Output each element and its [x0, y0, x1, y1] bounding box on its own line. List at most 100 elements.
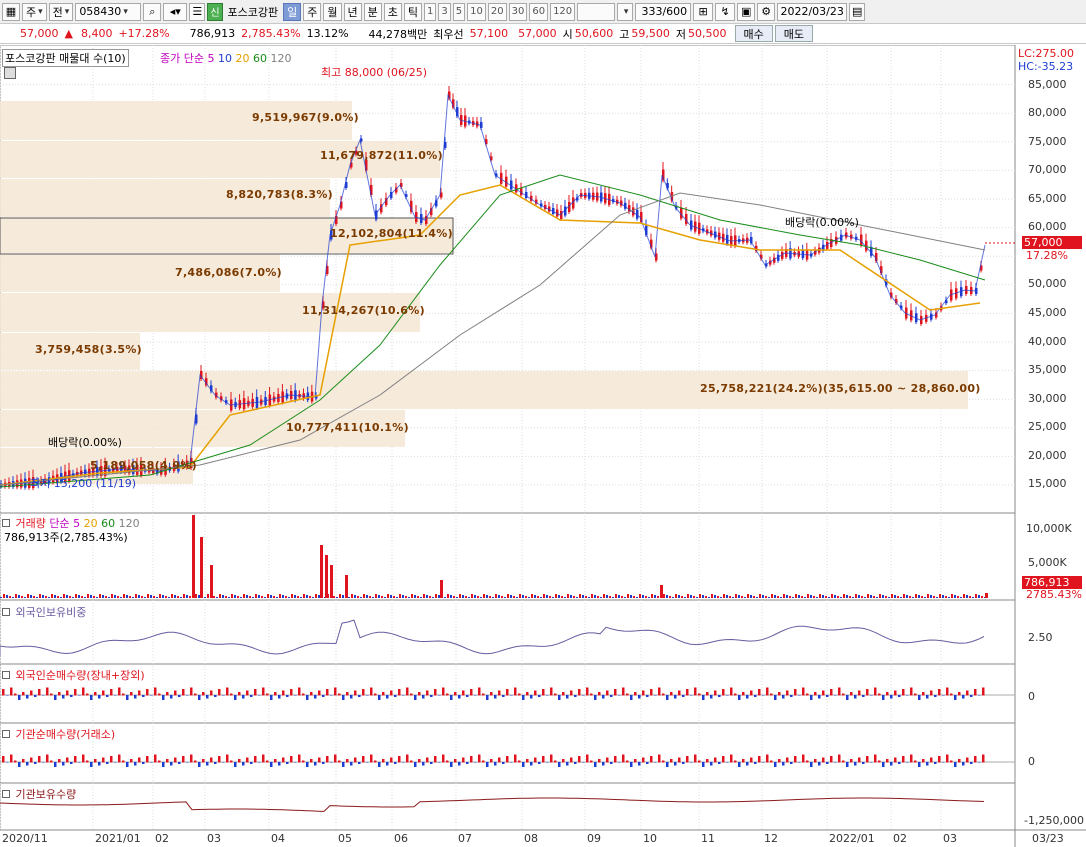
volume-bar — [246, 595, 248, 598]
inst-net-bar — [298, 754, 301, 763]
interval-3[interactable]: 10 — [467, 2, 486, 21]
inst-net-bar — [274, 759, 277, 763]
volume-bar — [969, 596, 971, 598]
inst-net-bar — [286, 762, 289, 764]
interval-0[interactable]: 1 — [424, 2, 437, 21]
custom-interval-dropdown[interactable] — [617, 2, 634, 21]
interval-7[interactable]: 120 — [550, 2, 576, 21]
sell-button[interactable]: 매도 — [774, 25, 814, 42]
tab-period-5[interactable]: 초 — [383, 2, 402, 21]
foreign-net-bar — [302, 693, 305, 696]
custom-interval-input[interactable] — [577, 2, 616, 21]
indicator-icon[interactable]: ↯ — [715, 2, 736, 21]
foreign-net-bar — [918, 695, 921, 700]
inst-net-bar — [746, 762, 749, 766]
count-value: 333 — [641, 5, 663, 18]
inst-net-bar — [58, 759, 61, 763]
foreign-net-bar — [118, 687, 121, 696]
inst-net-bar — [882, 762, 885, 767]
volume-bar — [63, 594, 65, 598]
foreign-net-bar — [650, 689, 653, 696]
code-input[interactable]: 058430 — [75, 2, 142, 21]
foreign-net-bar — [202, 692, 205, 696]
zoom-icon[interactable]: ⊞ — [693, 2, 714, 21]
volume-bar — [651, 594, 653, 598]
volume-bar — [267, 594, 269, 598]
volume-bar — [54, 595, 56, 598]
foreign-net-bar — [758, 689, 761, 696]
tab-period-6[interactable]: 틱 — [403, 2, 422, 21]
foreign-net-bar — [798, 695, 801, 696]
list-icon[interactable]: ☰ — [189, 2, 206, 21]
volume-bar — [654, 595, 656, 598]
market-select[interactable]: 주 — [22, 2, 47, 21]
chart-area[interactable]: 포스코강판 매물대 수(10) 종가 단순 5 10 20 60 120 LC:… — [0, 45, 1086, 847]
inst-net-bar — [618, 762, 621, 763]
tab-period-0[interactable]: 일 — [283, 2, 302, 21]
foreign-net-bar — [606, 690, 609, 696]
foreign-net-bar — [670, 692, 673, 696]
interval-1[interactable]: 3 — [438, 2, 451, 21]
inst-net-bar — [250, 762, 253, 764]
tab-period-3[interactable]: 년 — [343, 2, 362, 21]
interval-6[interactable]: 60 — [529, 2, 549, 21]
vp-label-8: 10,777,411(10.1%) — [286, 421, 409, 434]
x-tick-right: 03/23 — [1032, 832, 1064, 845]
inst-net-bar — [318, 757, 321, 763]
inst-net-bar — [342, 762, 345, 767]
inst-net-bar — [818, 762, 821, 766]
foreign-net-bar — [470, 689, 473, 696]
tab-period-2[interactable]: 월 — [323, 2, 342, 21]
speaker-icon[interactable]: ◂▾ — [163, 2, 188, 21]
foreign-net-bar — [886, 692, 889, 696]
tab-period-1[interactable]: 주 — [303, 2, 322, 21]
inst-hold-title: 기관보유수량 — [15, 788, 77, 801]
interval-5[interactable]: 30 — [508, 2, 528, 21]
foreign-net-bar — [454, 692, 457, 696]
foreign-net-bar — [458, 695, 461, 699]
y-tick: 20,000 — [1028, 449, 1067, 462]
interval-2[interactable]: 5 — [452, 2, 466, 21]
tab-period-4[interactable]: 분 — [363, 2, 382, 21]
inst-net-bar — [374, 760, 377, 763]
chart-canvas[interactable] — [0, 45, 1086, 847]
foreign-ratio-line — [0, 619, 985, 657]
x-tick: 06 — [394, 832, 408, 845]
inst-net-bar — [78, 762, 81, 763]
buy-button[interactable]: 매수 — [734, 25, 773, 42]
foreign-net-bar — [866, 689, 869, 696]
x-tick: 07 — [458, 832, 472, 845]
foreign-net-bar — [50, 693, 53, 696]
foreign-net-bar — [26, 695, 29, 699]
volume-bar — [891, 594, 893, 598]
volume-bar — [411, 594, 413, 598]
save-icon[interactable]: ▣ — [737, 2, 756, 21]
inst-net-bar — [610, 762, 613, 764]
volume-bar — [798, 595, 800, 598]
grid-icon[interactable]: ▦ — [2, 2, 20, 21]
volume-bar — [702, 595, 704, 598]
search-icon[interactable]: ⌕ — [143, 2, 162, 21]
volume-bar — [249, 596, 251, 598]
date-input[interactable]: 2022/03/23 — [777, 2, 848, 21]
volume-bar — [294, 595, 296, 598]
inst-net-bar — [846, 762, 849, 767]
inst-net-bar — [958, 759, 961, 763]
volume-bar — [573, 596, 575, 598]
chart-settings-icon[interactable] — [4, 67, 16, 82]
inst-net-bar — [214, 762, 217, 764]
calendar-icon[interactable]: ▤ — [849, 2, 866, 21]
count-input[interactable]: 333/600 — [635, 2, 692, 21]
inst-net-bar — [38, 756, 41, 763]
gear-icon[interactable]: ⚙ — [757, 2, 776, 21]
volume-bar — [477, 596, 479, 598]
interval-4[interactable]: 20 — [487, 2, 507, 21]
foreign-net-bar — [114, 695, 117, 696]
inst-net-bar — [354, 757, 357, 763]
period-select[interactable]: 전 — [48, 2, 74, 21]
inst-net-bar — [378, 762, 381, 767]
inst-net-bar — [742, 759, 745, 763]
inst-net-bar — [834, 762, 837, 763]
foreign-net-bar — [398, 689, 401, 696]
volume-pct: 2,785.43% — [241, 27, 301, 40]
